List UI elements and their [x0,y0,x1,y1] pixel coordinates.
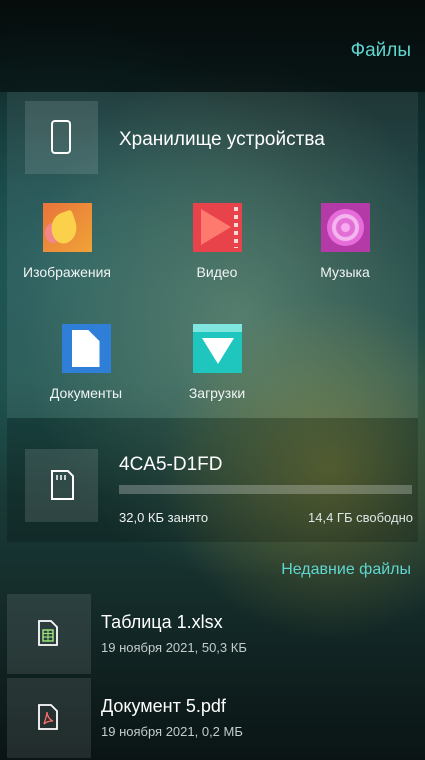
documents-icon [61,324,111,373]
category-downloads[interactable]: Загрузки [167,324,267,401]
file-icon-box [7,594,91,674]
category-documents-label: Документы [49,385,123,401]
file-meta: 19 ноября 2021, 0,2 МБ [101,724,243,739]
spreadsheet-icon [38,620,58,646]
page-title: Файлы [350,40,411,61]
video-icon [192,203,242,252]
sd-card-icon-box[interactable] [25,449,98,522]
header-bar: Файлы [0,0,425,92]
file-icon-box [7,678,91,758]
sd-card-usage-bar [119,485,412,494]
category-music[interactable]: Музыка [290,203,400,280]
category-music-label: Музыка [320,264,370,280]
file-row[interactable]: Документ 5.pdf 19 ноября 2021, 0,2 МБ [7,678,418,758]
device-storage-panel[interactable]: Хранилище устройства Изображения Видео М… [7,92,418,418]
category-video-label: Видео [196,264,238,280]
file-row[interactable]: Таблица 1.xlsx 19 ноября 2021, 50,3 КБ [7,594,418,674]
category-images-label: Изображения [23,264,111,280]
category-documents[interactable]: Документы [36,324,136,401]
phone-icon [51,120,71,154]
music-icon [320,203,370,252]
device-storage-icon-box[interactable] [25,101,98,174]
category-images[interactable]: Изображения [12,203,122,280]
category-downloads-label: Загрузки [188,385,246,401]
sd-card-panel[interactable]: 4CA5-D1FD 32,0 КБ занято 14,4 ГБ свободн… [7,418,418,542]
device-storage-title[interactable]: Хранилище устройства [119,129,325,151]
recent-files-link[interactable]: Недавние файлы [281,561,411,579]
images-icon [42,203,92,252]
sd-card-icon [51,470,74,500]
sd-card-used-text: 32,0 КБ занято [119,510,209,525]
file-name: Таблица 1.xlsx [101,612,223,632]
sd-card-name[interactable]: 4CA5-D1FD [119,454,222,476]
file-meta: 19 ноября 2021, 50,3 КБ [101,640,247,655]
pdf-icon [38,704,58,730]
downloads-icon [192,324,242,373]
category-video[interactable]: Видео [162,203,272,280]
file-name: Документ 5.pdf [101,696,226,716]
sd-card-free-text: 14,4 ГБ свободно [308,510,413,525]
